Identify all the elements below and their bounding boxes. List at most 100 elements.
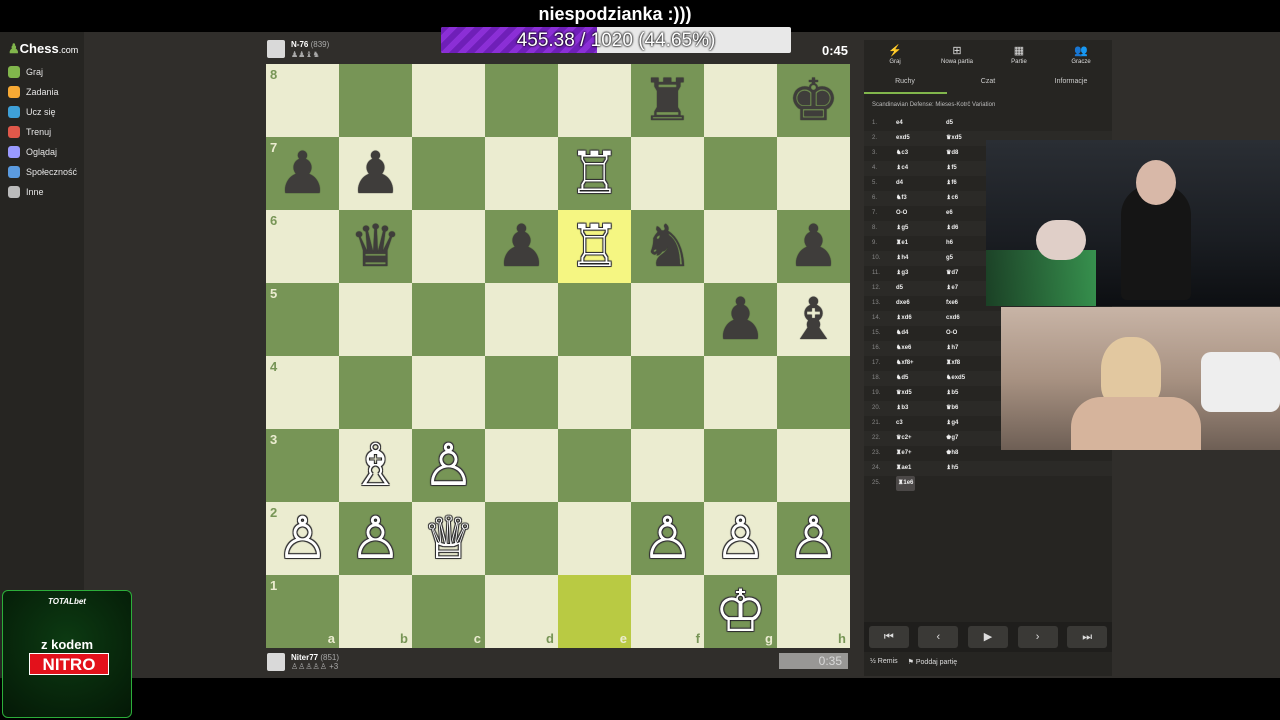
black-move[interactable]: cxd6 [946, 311, 960, 326]
play-button[interactable]: ▶ [967, 626, 1008, 648]
black-knight-icon[interactable]: ♞ [631, 210, 704, 283]
sidebar-item[interactable]: Trenuj [8, 123, 51, 141]
black-move[interactable]: fxe6 [946, 296, 958, 311]
square-a4[interactable]: 4 [266, 356, 339, 429]
square-a8[interactable]: 8 [266, 64, 339, 137]
white-move[interactable]: ♜e7+ [896, 446, 912, 461]
square-c4[interactable] [412, 356, 485, 429]
chessboard[interactable]: 8 7 6 5 4 3 2 1 a b c d e f g h ♜ ♚ ♟ ♟ ♖ ♛ ♟ ♖ ♞ ♟ ♟ ♝ ♗ ♙ ♙ ♙ ♕ ♙ ♙ ♙ ♔ [266, 64, 850, 648]
white-pawn-icon[interactable]: ♙ [266, 502, 339, 575]
white-move[interactable]: ♜1e6 [896, 476, 916, 491]
white-king-icon[interactable]: ♔ [704, 575, 777, 648]
black-move[interactable]: ♚h8 [946, 446, 958, 461]
square-b4[interactable] [339, 356, 412, 429]
white-move[interactable]: d4 [896, 176, 903, 191]
black-move[interactable]: ♛d7 [946, 266, 958, 281]
black-move[interactable]: ♝b5 [946, 386, 958, 401]
white-move[interactable]: ♞d5 [896, 371, 908, 386]
black-move[interactable]: ♝d6 [946, 221, 958, 236]
square-g8[interactable] [704, 64, 777, 137]
square-e2[interactable] [558, 502, 631, 575]
white-move[interactable]: ♞xf8+ [896, 356, 914, 371]
black-move[interactable]: ♜xf8 [946, 356, 960, 371]
square-b8[interactable] [339, 64, 412, 137]
sidebar-item[interactable]: Graj [8, 63, 43, 81]
square-d8[interactable] [485, 64, 558, 137]
sponsor-ad[interactable]: TOTALbet z kodem NITRO [2, 590, 132, 718]
square-f1[interactable]: f [631, 575, 704, 648]
white-rook-icon[interactable]: ♖ [558, 137, 631, 210]
black-move[interactable]: ♝h7 [946, 341, 958, 356]
bottom-player-avatar[interactable] [267, 653, 285, 671]
square-c7[interactable] [412, 137, 485, 210]
square-c1[interactable]: c [412, 575, 485, 648]
bottom-player-name[interactable]: Niter77 (851) [291, 653, 339, 662]
black-bishop-icon[interactable]: ♝ [777, 283, 850, 356]
square-b5[interactable] [339, 283, 412, 356]
square-f7[interactable] [631, 137, 704, 210]
black-pawn-icon[interactable]: ♟ [485, 210, 558, 283]
square-f3[interactable] [631, 429, 704, 502]
square-c8[interactable] [412, 64, 485, 137]
square-g3[interactable] [704, 429, 777, 502]
top-player-name[interactable]: N-76 (839) [291, 40, 329, 49]
white-rook-icon[interactable]: ♖ [558, 210, 631, 283]
white-pawn-icon[interactable]: ♙ [704, 502, 777, 575]
square-d7[interactable] [485, 137, 558, 210]
white-move[interactable]: ♝g3 [896, 266, 908, 281]
square-d4[interactable] [485, 356, 558, 429]
tab-nowa-partia[interactable]: ⊞ Nowa partia [926, 44, 988, 65]
white-move[interactable]: c3 [896, 416, 903, 431]
black-move[interactable]: ♞exd5 [946, 371, 965, 386]
black-move[interactable]: ♛d8 [946, 146, 958, 161]
white-bishop-icon[interactable]: ♗ [339, 429, 412, 502]
white-move[interactable]: ♞d4 [896, 326, 908, 341]
white-pawn-icon[interactable]: ♙ [631, 502, 704, 575]
square-h1[interactable]: h [777, 575, 850, 648]
first-move-button[interactable]: ⏮ [868, 626, 909, 648]
white-move[interactable]: ♝g5 [896, 221, 908, 236]
chess-logo[interactable]: ♟Chess.com [8, 41, 78, 57]
black-move[interactable]: h6 [946, 236, 953, 251]
square-d3[interactable] [485, 429, 558, 502]
white-move[interactable]: exd5 [896, 131, 910, 146]
subtab[interactable]: Czat [947, 78, 1029, 85]
tab-gracze[interactable]: 👥 Gracze [1050, 44, 1112, 65]
black-move[interactable]: ♝f5 [946, 161, 957, 176]
white-move[interactable]: ♜ae1 [896, 461, 911, 476]
black-move[interactable]: ♝c6 [946, 191, 958, 206]
square-c5[interactable] [412, 283, 485, 356]
white-move[interactable]: ♞f3 [896, 191, 907, 206]
white-move[interactable]: d5 [896, 281, 903, 296]
tab-partie[interactable]: ▦ Partie [988, 44, 1050, 65]
square-b1[interactable]: b [339, 575, 412, 648]
square-g6[interactable] [704, 210, 777, 283]
square-a6[interactable]: 6 [266, 210, 339, 283]
tab-graj[interactable]: ⚡ Graj [864, 44, 926, 65]
white-queen-icon[interactable]: ♕ [412, 502, 485, 575]
white-move[interactable]: e4 [896, 116, 903, 131]
square-e3[interactable] [558, 429, 631, 502]
black-move[interactable]: e6 [946, 206, 953, 221]
black-move[interactable]: ♝g4 [946, 416, 958, 431]
square-f5[interactable] [631, 283, 704, 356]
black-pawn-icon[interactable]: ♟ [266, 137, 339, 210]
square-h4[interactable] [777, 356, 850, 429]
black-move[interactable]: ♛xd5 [946, 131, 962, 146]
square-e4[interactable] [558, 356, 631, 429]
white-pawn-icon[interactable]: ♙ [412, 429, 485, 502]
white-move[interactable]: O-O [896, 206, 907, 221]
white-move[interactable]: ♛xd5 [896, 386, 912, 401]
white-pawn-icon[interactable]: ♙ [777, 502, 850, 575]
white-pawn-icon[interactable]: ♙ [339, 502, 412, 575]
black-pawn-icon[interactable]: ♟ [704, 283, 777, 356]
next-move-button[interactable]: › [1017, 626, 1058, 648]
black-move[interactable]: ♛b6 [946, 401, 958, 416]
square-e8[interactable] [558, 64, 631, 137]
square-g4[interactable] [704, 356, 777, 429]
black-move[interactable]: ♝h5 [946, 461, 958, 476]
square-h7[interactable] [777, 137, 850, 210]
prev-move-button[interactable]: ‹ [918, 626, 959, 648]
sidebar-item[interactable]: Inne [8, 183, 44, 201]
sidebar-item[interactable]: Zadania [8, 83, 59, 101]
